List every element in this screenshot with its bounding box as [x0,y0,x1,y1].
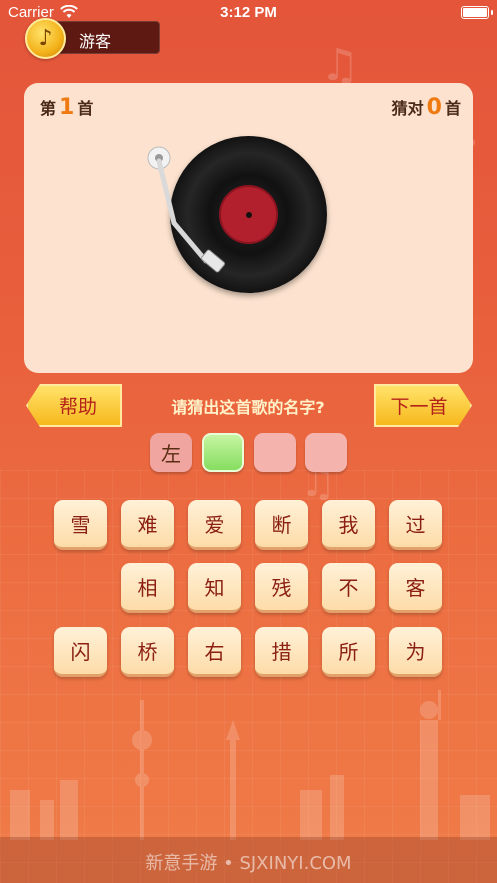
character-tile[interactable]: 桥 [121,627,174,677]
next-song-button[interactable]: 下一首 [374,384,472,427]
watermark-text: 新意手游 • SJXINYI.COM [145,853,352,874]
character-tile[interactable]: 相 [121,563,174,613]
username-label: 游客 [79,32,112,51]
question-prompt: 请猜出这首歌的名字? [171,398,325,417]
answer-slot-3[interactable] [254,433,296,472]
music-note-icon: ♪ [38,26,53,51]
tonearm [147,146,225,273]
character-tile[interactable]: 右 [188,627,241,677]
character-tile[interactable]: 残 [255,563,308,613]
character-tile[interactable]: 雪 [54,500,107,550]
character-tile[interactable]: 闪 [54,627,107,677]
character-tile[interactable]: 措 [255,627,308,677]
battery-tip [491,10,493,15]
clock: 3:12 PM [220,4,277,21]
answer-slot-2[interactable] [202,433,244,472]
answer-slot-4[interactable] [305,433,347,472]
coin-avatar[interactable]: ♪ [25,18,66,59]
character-tile[interactable]: 不 [322,563,375,613]
city-skyline-decoration [10,690,490,840]
character-tile[interactable]: 所 [322,627,375,677]
record-panel: 第1首 猜对 0 首 [24,83,473,373]
character-tile[interactable]: 客 [389,563,442,613]
battery-icon [461,6,489,19]
user-badge[interactable]: 游客 [50,21,160,54]
help-button[interactable]: 帮助 [26,384,122,427]
character-tile[interactable]: 为 [389,627,442,677]
character-tile[interactable]: 知 [188,563,241,613]
character-tile[interactable]: 爱 [188,500,241,550]
answer-slot-1[interactable]: 左 [150,433,192,472]
character-tile[interactable]: 我 [322,500,375,550]
character-tile[interactable]: 过 [389,500,442,550]
character-tile[interactable]: 断 [255,500,308,550]
character-tile[interactable]: 难 [121,500,174,550]
